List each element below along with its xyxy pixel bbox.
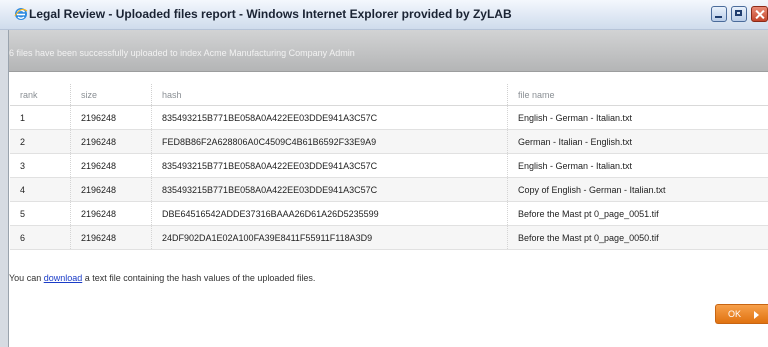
cell-rank: 4: [10, 177, 71, 202]
cell-size: 2196248: [70, 153, 152, 178]
cell-size: 2196248: [70, 129, 152, 154]
download-note: You can download a text file containing …: [9, 273, 315, 283]
cell-size: 2196248: [70, 177, 152, 202]
header-file-name[interactable]: file name: [507, 84, 768, 106]
cell-rank: 5: [10, 201, 71, 226]
uploaded-files-table: rank size hash file name 1 2196248 83549…: [10, 84, 768, 250]
minimize-icon[interactable]: [711, 6, 727, 22]
ok-button[interactable]: OK: [715, 304, 768, 324]
cell-rank: 1: [10, 105, 71, 130]
ok-button-label: OK: [728, 309, 742, 319]
cell-rank: 3: [10, 153, 71, 178]
cell-hash: FED8B86F2A628806A0C4509C4B61B6592F33E9A9: [151, 129, 508, 154]
cell-hash: DBE64516542ADDE37316BAAA26D61A26D5235599: [151, 201, 508, 226]
window-title: Legal Review - Uploaded files report - W…: [29, 7, 512, 21]
cell-file-name: Before the Mast pt 0_page_0050.tif: [507, 225, 768, 250]
table-row[interactable]: 4 2196248 835493215B771BE058A0A422EE03DD…: [10, 177, 768, 202]
cell-file-name: English - German - Italian.txt: [507, 105, 768, 130]
table-row[interactable]: 3 2196248 835493215B771BE058A0A422EE03DD…: [10, 153, 768, 178]
header-hash[interactable]: hash: [151, 84, 508, 106]
table-row[interactable]: 5 2196248 DBE64516542ADDE37316BAAA26D61A…: [10, 201, 768, 226]
cell-file-name: Before the Mast pt 0_page_0051.tif: [507, 201, 768, 226]
cell-file-name: English - German - Italian.txt: [507, 153, 768, 178]
cell-size: 2196248: [70, 201, 152, 226]
ie-e-icon: [14, 8, 28, 20]
window-frame: [0, 30, 9, 347]
arrow-right-icon: [754, 311, 759, 319]
note-suffix: a text file containing the hash values o…: [82, 273, 316, 283]
cell-rank: 2: [10, 129, 71, 154]
header-rank[interactable]: rank: [10, 84, 71, 106]
download-link[interactable]: download: [44, 273, 83, 283]
table-header-row: rank size hash file name: [10, 84, 768, 106]
table-row[interactable]: 2 2196248 FED8B86F2A628806A0C4509C4B61B6…: [10, 129, 768, 154]
cell-hash: 835493215B771BE058A0A422EE03DDE941A3C57C: [151, 105, 508, 130]
table-row[interactable]: 6 2196248 24DF902DA1E02A100FA39E8411F559…: [10, 225, 768, 250]
cell-size: 2196248: [70, 105, 152, 130]
maximize-icon[interactable]: [731, 6, 747, 22]
close-icon[interactable]: [751, 6, 768, 22]
cell-hash: 835493215B771BE058A0A422EE03DDE941A3C57C: [151, 177, 508, 202]
status-banner: 6 files have been successfully uploaded …: [9, 30, 768, 72]
cell-file-name: Copy of English - German - Italian.txt: [507, 177, 768, 202]
title-bar: Legal Review - Uploaded files report - W…: [0, 0, 768, 30]
cell-size: 2196248: [70, 225, 152, 250]
header-size[interactable]: size: [70, 84, 152, 106]
cell-hash: 24DF902DA1E02A100FA39E8411F55911F118A3D9: [151, 225, 508, 250]
status-message: 6 files have been successfully uploaded …: [9, 48, 355, 58]
cell-file-name: German - Italian - English.txt: [507, 129, 768, 154]
table-row[interactable]: 1 2196248 835493215B771BE058A0A422EE03DD…: [10, 105, 768, 130]
note-prefix: You can: [9, 273, 44, 283]
cell-rank: 6: [10, 225, 71, 250]
cell-hash: 835493215B771BE058A0A422EE03DDE941A3C57C: [151, 153, 508, 178]
